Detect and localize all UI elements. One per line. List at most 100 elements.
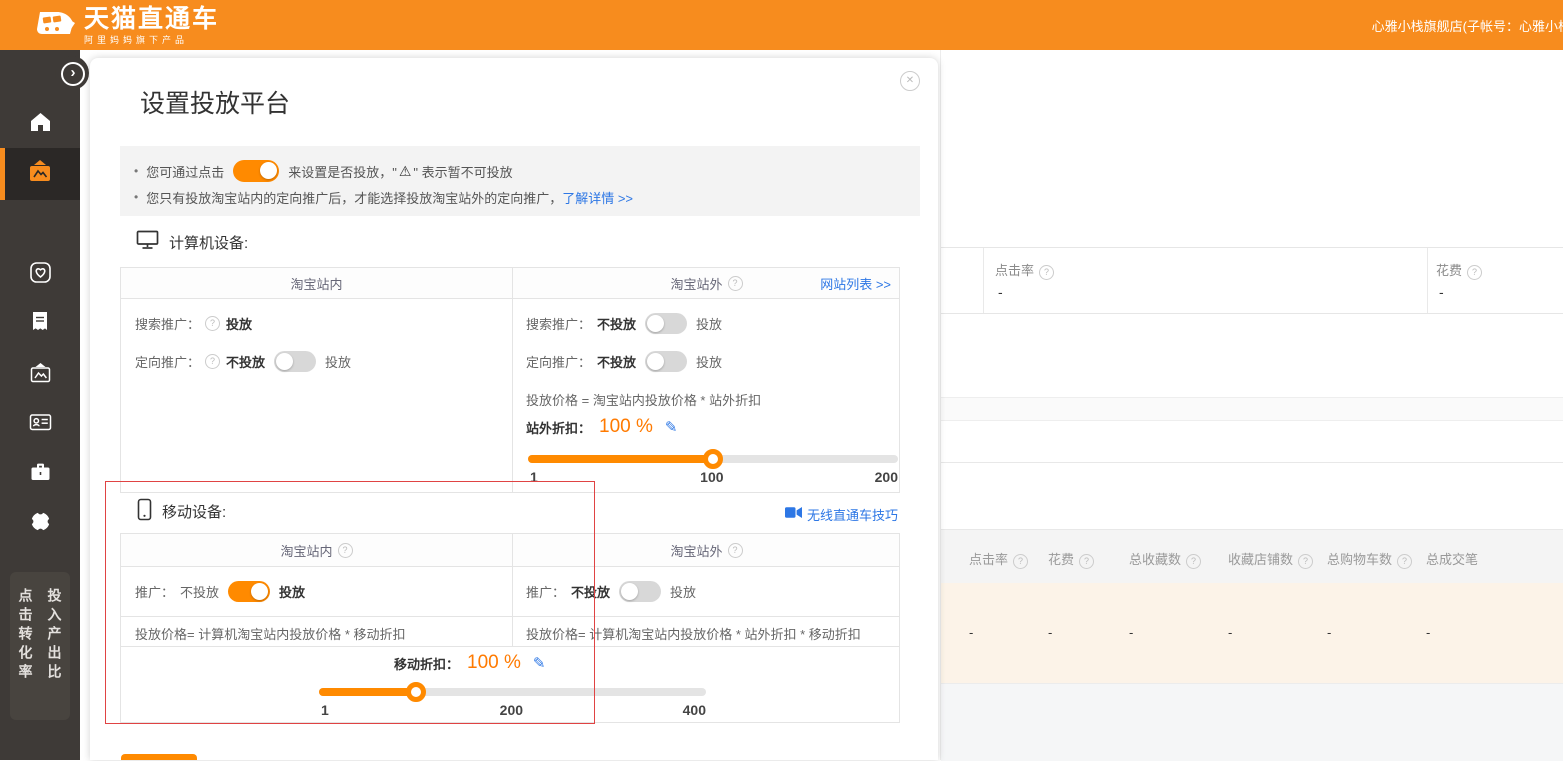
help-icon[interactable] — [1039, 265, 1054, 280]
sidebar-item-tools[interactable] — [0, 449, 80, 499]
set-platform-dialog: 设置投放平台 • 您可通过点击 来设置是否投放，" " 表示暂不可投放 • 您只… — [90, 58, 938, 760]
collapse-chevron-icon[interactable] — [61, 62, 85, 86]
mobile-platform-table: 淘宝站内 淘宝站外 推广： 不投放 投放 推广： 不投放 投放 投放价格= 计算… — [120, 533, 900, 723]
col-header: 总收藏数 — [1129, 549, 1201, 569]
mobile-discount-value: 100 % — [467, 652, 521, 674]
brand-logo[interactable]: 天猫直通车 阿里妈妈旗下产品 — [34, 4, 219, 47]
slider-knob[interactable] — [703, 449, 723, 469]
help-icon[interactable] — [205, 316, 220, 331]
mobile-in-promo-row: 推广： 不投放 投放 — [135, 581, 305, 602]
divider-band — [941, 397, 1563, 421]
tick-mid: 200 — [500, 702, 523, 718]
comp-in-search-row: 搜索推广： 投放 — [135, 313, 252, 334]
confirm-button[interactable] — [121, 754, 197, 760]
help-icon[interactable] — [205, 354, 220, 369]
sidebar-item-services[interactable] — [0, 499, 80, 549]
dialog-title: 设置投放平台 — [140, 84, 290, 120]
col-header: 总购物车数 — [1327, 549, 1412, 569]
col-header: 总成交笔 — [1426, 549, 1478, 568]
divider-line — [941, 462, 1563, 463]
mobile-taobao-in-header: 淘宝站内 — [121, 534, 512, 566]
mobile-in-promo-toggle[interactable] — [228, 581, 270, 602]
offsite-discount-line: 站外折扣： 100 % — [526, 415, 677, 439]
learn-more-link[interactable]: 了解详情 >> — [562, 188, 633, 207]
comp-out-price-formula: 投放价格 = 淘宝站内投放价格 * 站外折扣 — [526, 390, 761, 409]
tick-min: 1 — [321, 702, 329, 718]
computer-taobao-out-header: 淘宝站外 网站列表 >> — [512, 268, 901, 298]
comp-out-target-toggle[interactable] — [645, 351, 687, 372]
help-icon[interactable] — [338, 543, 353, 558]
tick-min: 1 — [530, 469, 538, 485]
cell-value: - — [1327, 625, 1331, 640]
tick-mid: 100 — [700, 469, 723, 485]
cell-value: - — [969, 625, 973, 640]
computer-icon — [136, 230, 159, 254]
sidebar-collapse[interactable] — [55, 56, 89, 90]
idcard-icon — [28, 410, 53, 439]
account-name[interactable]: 心雅小栈旗舰店(子帐号：心雅小栈 — [1372, 16, 1563, 35]
aperture-disc-icon — [28, 509, 53, 539]
sidebar: 点击转化率 投入产出比 — [0, 50, 80, 760]
help-icon[interactable] — [1397, 554, 1412, 569]
tick-max: 200 — [875, 469, 898, 485]
slider-knob[interactable] — [406, 682, 426, 702]
top-header: 天猫直通车 阿里妈妈旗下产品 心雅小栈旗舰店(子帐号：心雅小栈 — [0, 0, 1563, 50]
help-icon[interactable] — [1298, 554, 1313, 569]
notice-line-2: • 您只有投放淘宝站内的定向推广后，才能选择投放淘宝站外的定向推广， 了解详情 … — [134, 184, 906, 210]
mobile-out-promo-toggle[interactable] — [619, 581, 661, 602]
sidebar-item-reports[interactable] — [0, 299, 80, 349]
notice-box: • 您可通过点击 来设置是否投放，" " 表示暂不可投放 • 您只有投放淘宝站内… — [120, 146, 920, 216]
mobile-discount-slider[interactable]: 1 200 400 — [319, 688, 706, 696]
edit-pencil-icon[interactable] — [533, 654, 546, 672]
sidebar-metrics-panel[interactable]: 点击转化率 投入产出比 — [10, 572, 70, 720]
briefcase-icon — [29, 460, 52, 488]
stats-row: 点击率 - 花费 - — [941, 247, 1563, 314]
brand-title: 天猫直通车 — [84, 6, 219, 32]
edit-pencil-icon[interactable] — [665, 418, 678, 436]
phone-icon — [137, 498, 152, 525]
sidebar-item-contacts[interactable] — [0, 399, 80, 449]
help-icon[interactable] — [728, 276, 743, 291]
help-icon[interactable] — [1467, 265, 1482, 280]
computer-section-title: 计算机设备: — [136, 230, 248, 254]
computer-platform-table: 淘宝站内 淘宝站外 网站列表 >> 搜索推广： 投放 定向推广： 不投放 投放 … — [120, 267, 900, 493]
sidebar-item-gallery[interactable] — [0, 350, 80, 400]
bullet: • — [134, 190, 138, 204]
mobile-section-title: 移动设备: — [137, 498, 226, 525]
cell-value: - — [1426, 625, 1430, 640]
stat-cost-label: 花费 — [1436, 260, 1482, 280]
table-header-row: 点击率 花费 总收藏数 收藏店铺数 总购物车数 总成交笔 — [941, 529, 1563, 584]
stat-ctr-label: 点击率 — [995, 260, 1054, 280]
notice-line-1: • 您可通过点击 来设置是否投放，" " 表示暂不可投放 — [134, 158, 906, 184]
video-camera-icon — [785, 506, 802, 524]
brand-subtitle: 阿里妈妈旗下产品 — [84, 33, 219, 46]
sidebar-item-campaign-active[interactable] — [0, 148, 80, 200]
help-icon[interactable] — [1013, 554, 1028, 569]
comp-out-search-toggle[interactable] — [645, 313, 687, 334]
mobile-out-promo-row: 推广： 不投放 投放 — [526, 581, 696, 602]
example-toggle — [233, 160, 279, 182]
offsite-discount-slider[interactable]: 1 100 200 — [528, 455, 898, 463]
tick-max: 400 — [683, 702, 706, 718]
comp-in-target-toggle[interactable] — [274, 351, 316, 372]
table-row[interactable]: - - - - - - — [941, 583, 1563, 683]
close-icon[interactable] — [900, 71, 920, 91]
gallery-icon — [28, 361, 53, 390]
help-icon[interactable] — [1186, 554, 1201, 569]
campaign-picture-icon — [27, 159, 53, 189]
help-icon[interactable] — [1079, 554, 1094, 569]
train-logo-icon — [34, 4, 76, 47]
sidebar-item-favorites[interactable] — [0, 250, 80, 300]
site-list-link[interactable]: 网站列表 >> — [820, 274, 891, 293]
offsite-discount-value: 100 % — [599, 416, 653, 438]
heart-app-icon — [28, 260, 53, 290]
warning-icon — [399, 163, 412, 180]
computer-taobao-in-header: 淘宝站内 — [121, 268, 512, 298]
comp-in-target-row: 定向推广： 不投放 投放 — [135, 351, 351, 372]
mobile-taobao-out-header: 淘宝站外 — [512, 534, 901, 566]
sidebar-item-home[interactable] — [0, 99, 80, 149]
col-header: 收藏店铺数 — [1228, 549, 1313, 569]
wireless-tips-link[interactable]: 无线直通车技巧 — [785, 505, 898, 524]
help-icon[interactable] — [728, 543, 743, 558]
comp-out-search-row: 搜索推广： 不投放 投放 — [526, 313, 722, 334]
